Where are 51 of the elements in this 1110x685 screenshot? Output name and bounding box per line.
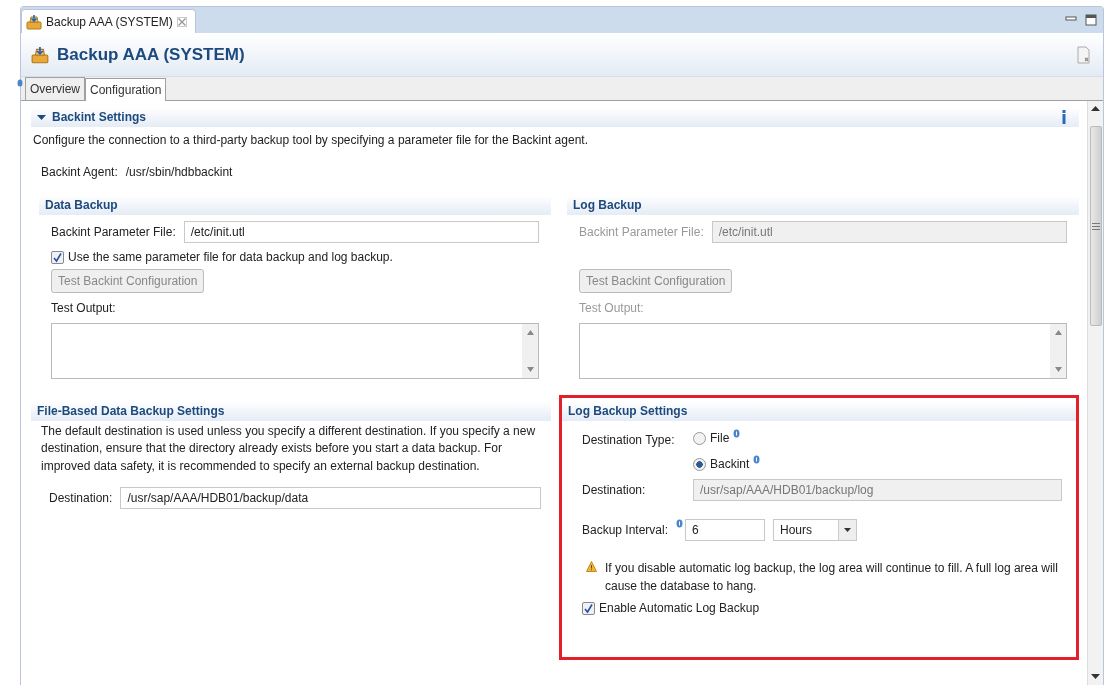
close-icon[interactable] [176, 16, 187, 27]
checkbox[interactable] [582, 601, 595, 615]
info-icon [1061, 110, 1067, 124]
info-icon [753, 455, 761, 464]
number-field[interactable]: 6 [685, 519, 765, 541]
field-label: Destination Type: [582, 432, 676, 449]
document-icon[interactable] [1077, 45, 1093, 64]
field-label: Backint Agent: [41, 164, 118, 181]
scroll-thumb[interactable] [1089, 126, 1102, 326]
page-title: Backup AAA (SYSTEM) [57, 43, 245, 66]
backup-icon [26, 13, 42, 30]
field-label: Backint Parameter File: [51, 224, 176, 241]
radio-button[interactable] [693, 457, 706, 471]
editor-tab[interactable]: Backup AAA (SYSTEM) [21, 9, 196, 33]
text-field[interactable]: /usr/sap/AAA/HDB01/backup/data [120, 487, 541, 510]
panel-header: Log Backup Settings [562, 401, 1076, 421]
field-label: Backint Parameter File: [579, 224, 704, 241]
page-tab[interactable]: Configuration [85, 78, 167, 101]
section-header[interactable]: Backint Settings [31, 107, 1079, 127]
radio-button[interactable] [693, 431, 706, 445]
collapse-icon[interactable] [37, 112, 46, 122]
caret-icon [844, 528, 851, 532]
minimize-icon[interactable] [1065, 14, 1077, 24]
field-label: Destination: [49, 490, 113, 508]
checkbox[interactable] [51, 250, 64, 264]
panel-header: Data Backup [39, 195, 551, 215]
info-icon [733, 429, 741, 438]
panel-header: Log Backup [567, 195, 1079, 215]
field-label: Destination: [582, 482, 647, 499]
agent-path: /usr/sbin/hdbbackint [125, 164, 233, 181]
page-tab[interactable]: Overview [25, 77, 85, 100]
checkbox-label: Use the same parameter file for data backup and log backup. [68, 249, 393, 266]
warning-message: If you disable automatic log backup, the log area will continue to fill. A full log area will cause the database to hang. [605, 560, 1059, 595]
field-label: Backup Interval: [582, 522, 670, 539]
text-field[interactable]: /etc/init.utl [183, 221, 539, 243]
maximize-icon[interactable] [1085, 14, 1097, 26]
info-icon [676, 519, 683, 528]
field-label: Test Output: [579, 300, 645, 317]
unit-dropdown[interactable]: Hours [773, 519, 857, 541]
section-description: Configure the connection to a third-party backup tool by specifying a parameter file for the Backint agent. [32, 132, 589, 149]
scroll-down-icon[interactable] [1091, 674, 1100, 680]
info-icon [17, 79, 23, 87]
checkbox-label: Enable Automatic Log Backup [599, 600, 760, 617]
radio-label: File [710, 430, 730, 447]
warning-icon [586, 561, 597, 572]
section-description: The default destination is used unless you specify a different destination. If you specify a new destination, ensure that the directory already exists before you start a data backup. For improved data safety, it is recommended to specify an external backup destination. [40, 423, 537, 475]
radio-label: Backint [710, 456, 750, 473]
panel-header: File-Based Data Backup Settings [31, 401, 551, 421]
field-label: Test Output: [51, 300, 117, 317]
scroll-up-icon[interactable] [1091, 106, 1100, 112]
backup-icon [31, 45, 49, 64]
